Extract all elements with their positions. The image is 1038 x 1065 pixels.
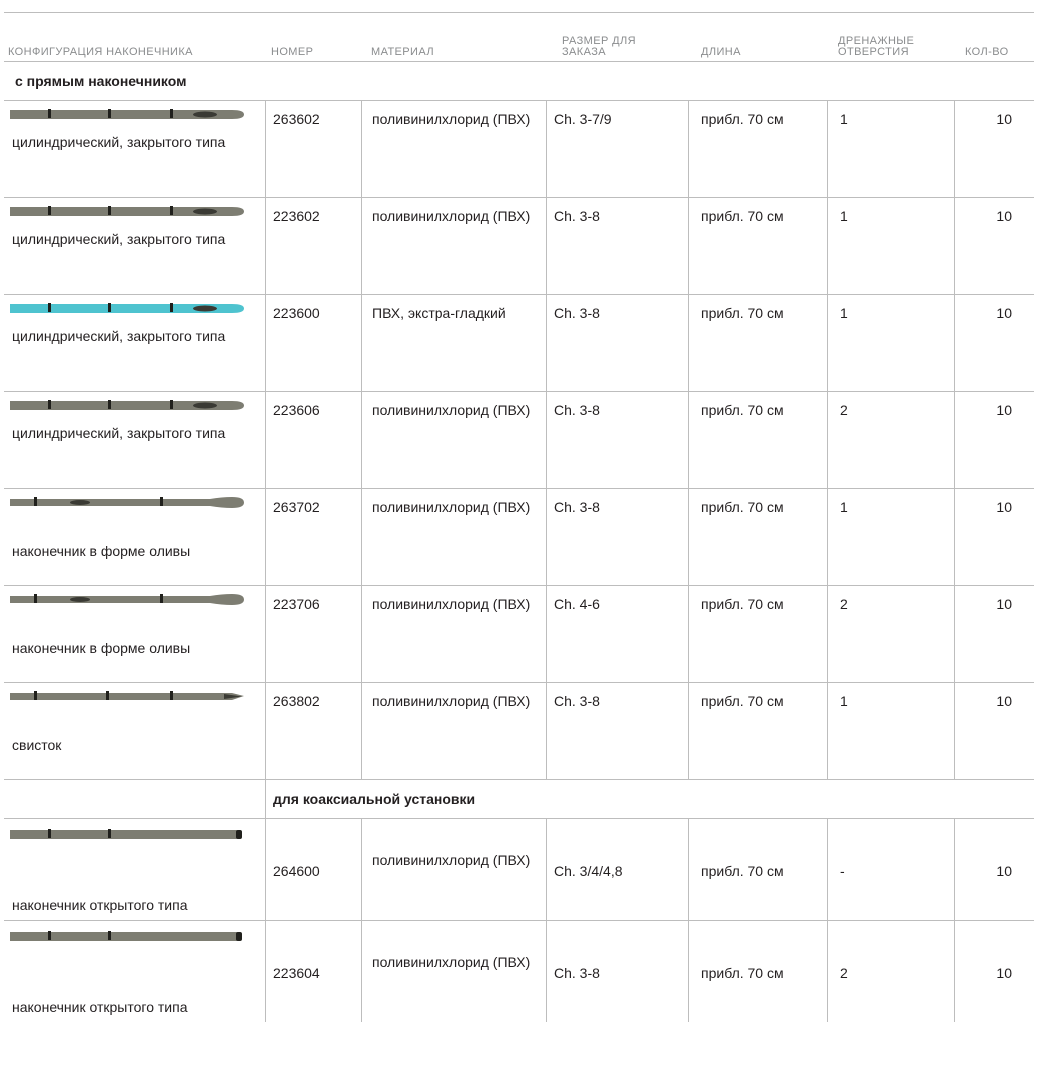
- table-row: цилиндрический, закрытого типа 223600 ПВ…: [4, 295, 1034, 392]
- material: поливинилхлорид (ПВХ): [372, 111, 531, 127]
- quantity: 10: [996, 863, 1012, 879]
- tip-config-label: наконечник в форме оливы: [12, 543, 191, 559]
- drain-holes: 1: [840, 499, 848, 515]
- length: прибл. 70 см: [701, 402, 784, 418]
- quantity: 10: [996, 402, 1012, 418]
- product-number: 223706: [273, 596, 320, 612]
- table-row: наконечник в форме оливы 263702 поливини…: [4, 489, 1034, 586]
- length: прибл. 70 см: [701, 111, 784, 127]
- drain-holes: 1: [840, 305, 848, 321]
- order-size: Ch. 3-8: [554, 965, 600, 981]
- whistle-tip-catheter-icon: [10, 689, 244, 707]
- quantity: 10: [996, 596, 1012, 612]
- drain-holes: 2: [840, 402, 848, 418]
- order-size: Ch. 3-8: [554, 499, 600, 515]
- length: прибл. 70 см: [701, 965, 784, 981]
- order-size: Ch. 3/4/4,8: [554, 863, 623, 879]
- closed-tip-catheter-icon: [10, 107, 244, 125]
- length: прибл. 70 см: [701, 305, 784, 321]
- closed-tip-catheter-blue-icon: [10, 301, 244, 319]
- header-material: МАТЕРИАЛ: [371, 46, 434, 58]
- tip-config-label: наконечник открытого типа: [12, 999, 188, 1015]
- order-size: Ch. 4-6: [554, 596, 600, 612]
- length: прибл. 70 см: [701, 693, 784, 709]
- material: поливинилхлорид (ПВХ): [372, 208, 531, 224]
- drain-holes: 1: [840, 693, 848, 709]
- tip-config-label: цилиндрический, закрытого типа: [12, 134, 226, 150]
- header-size: РАЗМЕР ДЛЯ ЗАКАЗА: [562, 35, 636, 58]
- drain-holes: 1: [840, 208, 848, 224]
- tip-config-label: свисток: [12, 737, 62, 753]
- length: прибл. 70 см: [701, 208, 784, 224]
- header-holes: ДРЕНАЖНЫЕ ОТВЕРСТИЯ: [838, 35, 915, 58]
- tip-config-label: наконечник открытого типа: [12, 897, 188, 913]
- material: поливинилхлорид (ПВХ): [372, 596, 531, 612]
- quantity: 10: [996, 305, 1012, 321]
- product-number: 263602: [273, 111, 320, 127]
- order-size: Ch. 3-8: [554, 305, 600, 321]
- tip-config-label: цилиндрический, закрытого типа: [12, 425, 226, 441]
- drain-holes: 2: [840, 596, 848, 612]
- drain-holes: 1: [840, 111, 848, 127]
- length: прибл. 70 см: [701, 596, 784, 612]
- product-table: КОНФИГУРАЦИЯ НАКОНЕЧНИКА НОМЕР МАТЕРИАЛ …: [4, 12, 1034, 1022]
- quantity: 10: [996, 693, 1012, 709]
- quantity: 10: [996, 111, 1012, 127]
- product-number: 223606: [273, 402, 320, 418]
- header-length: ДЛИНА: [701, 46, 741, 58]
- table-row: цилиндрический, закрытого типа 263602 по…: [4, 101, 1034, 198]
- tip-config-label: цилиндрический, закрытого типа: [12, 231, 226, 247]
- table-header: КОНФИГУРАЦИЯ НАКОНЕЧНИКА НОМЕР МАТЕРИАЛ …: [4, 13, 1034, 62]
- product-number: 263702: [273, 499, 320, 515]
- closed-tip-catheter-icon: [10, 204, 244, 222]
- drain-holes: 2: [840, 965, 848, 981]
- quantity: 10: [996, 208, 1012, 224]
- table-row: цилиндрический, закрытого типа 223602 по…: [4, 198, 1034, 295]
- table-row: наконечник открытого типа 264600 поливин…: [4, 819, 1034, 921]
- material: поливинилхлорид (ПВХ): [372, 693, 531, 709]
- length: прибл. 70 см: [701, 499, 784, 515]
- product-number: 263802: [273, 693, 320, 709]
- table-row: свисток 263802 поливинилхлорид (ПВХ) Ch.…: [4, 683, 1034, 780]
- order-size: Ch. 3-8: [554, 402, 600, 418]
- table-row: наконечник в форме оливы 223706 поливини…: [4, 586, 1034, 683]
- material: поливинилхлорид (ПВХ): [372, 402, 531, 418]
- material: поливинилхлорид (ПВХ): [372, 499, 531, 515]
- section-straight-tip: с прямым наконечником: [4, 62, 1034, 101]
- material: поливинилхлорид (ПВХ): [372, 954, 531, 970]
- section-coaxial-label: для коаксиальной установки: [273, 791, 476, 807]
- product-number: 264600: [273, 863, 320, 879]
- table-row: цилиндрический, закрытого типа 223606 по…: [4, 392, 1034, 489]
- olive-tip-catheter-icon: [10, 495, 244, 513]
- header-config: КОНФИГУРАЦИЯ НАКОНЕЧНИКА: [8, 46, 193, 58]
- product-number: 223602: [273, 208, 320, 224]
- product-number: 223600: [273, 305, 320, 321]
- open-tip-catheter-icon: [10, 827, 244, 845]
- order-size: Ch. 3-7/9: [554, 111, 612, 127]
- olive-tip-catheter-icon: [10, 592, 244, 610]
- drain-holes: -: [840, 863, 845, 879]
- header-number: НОМЕР: [271, 46, 314, 58]
- material: ПВХ, экстра-гладкий: [372, 305, 506, 321]
- order-size: Ch. 3-8: [554, 208, 600, 224]
- table-row: наконечник открытого типа 223604 поливин…: [4, 921, 1034, 1022]
- header-qty: КОЛ-ВО: [965, 46, 1009, 58]
- product-number: 223604: [273, 965, 320, 981]
- closed-tip-catheter-icon: [10, 398, 244, 416]
- material: поливинилхлорид (ПВХ): [372, 852, 531, 868]
- quantity: 10: [996, 965, 1012, 981]
- tip-config-label: наконечник в форме оливы: [12, 640, 191, 656]
- tip-config-label: цилиндрический, закрытого типа: [12, 328, 226, 344]
- open-tip-catheter-icon: [10, 929, 244, 947]
- quantity: 10: [996, 499, 1012, 515]
- order-size: Ch. 3-8: [554, 693, 600, 709]
- section-coaxial: для коаксиальной установки: [4, 780, 1034, 819]
- length: прибл. 70 см: [701, 863, 784, 879]
